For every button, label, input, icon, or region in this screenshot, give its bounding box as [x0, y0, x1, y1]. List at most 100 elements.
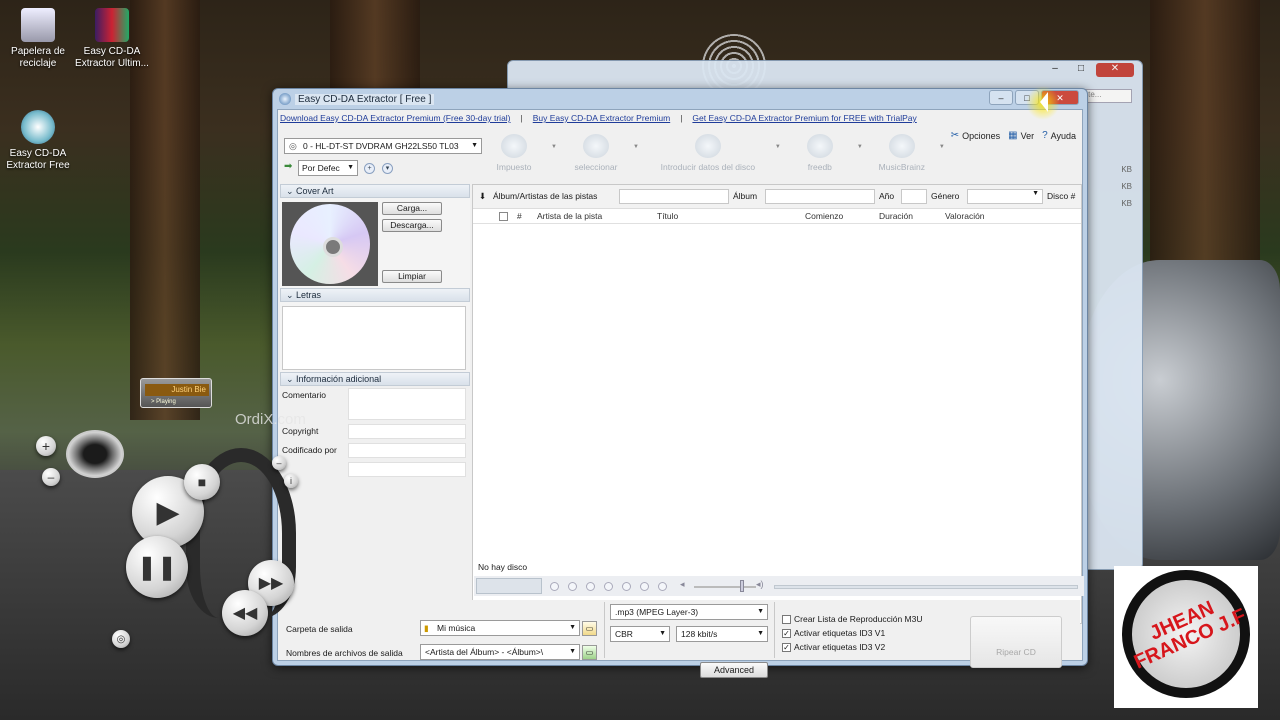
menu-opciones[interactable]: ✂ Opciones	[951, 130, 1000, 141]
select-all-checkbox[interactable]	[499, 212, 508, 221]
title-bar[interactable]: Easy CD-DA Extractor [ Free ] – □ ✕	[273, 89, 1087, 109]
album-artist-field[interactable]	[619, 189, 729, 204]
menu-ver[interactable]: ▦ Ver	[1008, 130, 1034, 141]
minimize-button[interactable]: –	[989, 90, 1013, 105]
buy-premium-link[interactable]: Buy Easy CD-DA Extractor Premium	[533, 113, 670, 123]
top-menu: ✂ Opciones ▦ Ver ? Ayuda	[951, 130, 1076, 141]
column-duration[interactable]: Duración	[879, 211, 913, 221]
minimize-icon[interactable]: –	[1044, 63, 1066, 77]
info-widget-icon[interactable]: i	[284, 474, 298, 488]
extra-info-header[interactable]: Información adicional	[280, 372, 470, 386]
next-icon[interactable]	[658, 582, 667, 591]
chevron-down-icon[interactable]: ▼	[939, 144, 945, 172]
column-number[interactable]: #	[517, 211, 522, 221]
rip-cd-button[interactable]: Ripear CD	[970, 616, 1062, 668]
close-icon[interactable]: ✕	[1096, 63, 1134, 77]
desktop-icon-label: Easy CD-DA Extractor Free	[6, 148, 70, 171]
promo-links: Download Easy CD-DA Extractor Premium (F…	[280, 113, 917, 123]
bitrate-select[interactable]: 128 kbit/s ▼	[676, 626, 768, 642]
extra-row	[280, 460, 470, 479]
browse-folder-button[interactable]: ▭	[582, 621, 597, 636]
volume-slider-thumb[interactable]	[740, 580, 744, 592]
output-folder-select[interactable]: ▮ Mi música ▼	[420, 620, 580, 636]
seek-bar[interactable]	[774, 585, 1078, 589]
encoded-by-field[interactable]	[348, 443, 466, 458]
genre-select[interactable]: ▼	[967, 189, 1043, 204]
m3u-option[interactable]: Crear Lista de Reproducción M3U	[782, 614, 923, 624]
toolbar-impuesto[interactable]: Impuesto	[483, 134, 545, 172]
volume-slider[interactable]	[694, 586, 756, 588]
previous-icon[interactable]	[604, 582, 613, 591]
volume-up-button[interactable]: +	[36, 436, 56, 456]
toolbar-musicbrainz[interactable]: MusicBrainz	[871, 134, 933, 172]
id3v2-option[interactable]: ✓ Activar etiquetas ID3 V2	[782, 642, 885, 652]
id3v1-option[interactable]: ✓ Activar etiquetas ID3 V1	[782, 628, 885, 638]
toolbar-label: Impuesto	[496, 162, 532, 172]
cd-disc-icon	[290, 204, 370, 284]
comment-field[interactable]	[348, 388, 466, 420]
chevron-down-icon[interactable]: ▼	[775, 144, 781, 172]
extra-field[interactable]	[348, 462, 466, 477]
load-button[interactable]: Carga...	[382, 202, 442, 215]
column-rating[interactable]: Valoración	[945, 211, 985, 221]
previous-button[interactable]: ◀◀	[222, 590, 268, 636]
copyright-field[interactable]	[348, 424, 466, 439]
menu-ayuda[interactable]: ? Ayuda	[1042, 130, 1076, 141]
column-track-artist[interactable]: Artista de la pista	[537, 211, 602, 221]
play-icon[interactable]	[550, 582, 559, 591]
pause-button[interactable]: ❚❚	[126, 536, 188, 598]
toolbar-freedb[interactable]: freedb	[789, 134, 851, 172]
maximize-icon[interactable]: □	[1070, 63, 1092, 77]
minimize-widget-icon[interactable]: –	[272, 456, 286, 470]
add-profile-icon[interactable]: +	[364, 163, 375, 174]
jhean-franco-logo: JHEAN FRANCO J.F	[1114, 566, 1258, 708]
profile-select[interactable]: Por Defec ▼	[298, 160, 358, 176]
clear-button[interactable]: Limpiar	[382, 270, 442, 283]
album-field[interactable]	[765, 189, 875, 204]
view-icon: ▦	[1008, 130, 1018, 141]
drive-value: 0 - HL-DT-ST DVDRAM GH22LS50 TL03	[303, 141, 459, 151]
download-button[interactable]: Descarga...	[382, 219, 442, 232]
rewind-icon[interactable]	[622, 582, 631, 591]
tools-icon: ✂	[950, 130, 960, 141]
volume-down-button[interactable]: –	[42, 468, 60, 486]
chevron-down-icon[interactable]: ▼	[633, 144, 639, 172]
chevron-down-icon[interactable]: ▼	[857, 144, 863, 172]
id3v1-checkbox[interactable]: ✓	[782, 628, 791, 638]
edit-names-button[interactable]: ▭	[582, 645, 597, 660]
desktop-icon-extractor-free[interactable]: Easy CD-DA Extractor Free	[0, 110, 76, 172]
drive-select[interactable]: 0 - HL-DT-ST DVDRAM GH22LS50 TL03 ▼	[284, 138, 482, 154]
forward-icon[interactable]	[640, 582, 649, 591]
toolbar-disc-data[interactable]: Introducir datos del disco	[647, 134, 769, 172]
column-start[interactable]: Comienzo	[805, 211, 843, 221]
column-title[interactable]: Título	[657, 211, 678, 221]
profile-info-icon[interactable]: ▾	[382, 163, 393, 174]
lyrics-header[interactable]: Letras	[280, 288, 470, 302]
output-names-select[interactable]: <Artista del Álbum> - <Álbum>\ ▼	[420, 644, 580, 660]
m3u-checkbox[interactable]	[782, 614, 791, 624]
mode-select[interactable]: CBR ▼	[610, 626, 670, 642]
download-premium-link[interactable]: Download Easy CD-DA Extractor Premium (F…	[280, 113, 511, 123]
cover-art-header[interactable]: Cover Art	[280, 184, 470, 198]
ordix-watermark: OrdiX.com	[235, 411, 306, 428]
speaker-icon[interactable]	[66, 430, 124, 478]
format-select[interactable]: .mp3 (MPEG Layer-3) ▼	[610, 604, 768, 620]
advanced-button[interactable]: Advanced	[700, 662, 768, 678]
profile-value: Por Defec	[302, 163, 340, 173]
toolbar-seleccionar[interactable]: seleccionar	[565, 134, 627, 172]
chevron-down-icon[interactable]: ▼	[551, 144, 557, 172]
lyrics-textarea[interactable]	[282, 306, 466, 370]
desktop-icon-extractor-ultimate[interactable]: Easy CD-DA Extractor Ultim...	[74, 8, 150, 70]
desktop-icon-recycle-bin[interactable]: Papelera de reciclaje	[0, 8, 76, 70]
year-field[interactable]	[901, 189, 927, 204]
chevron-down-icon: ▼	[471, 142, 478, 149]
trialpay-link[interactable]: Get Easy CD-DA Extractor Premium for FRE…	[692, 113, 916, 123]
chevron-down-icon: ▼	[347, 164, 354, 171]
stop-button[interactable]: ■	[184, 464, 220, 500]
id3v1-label: Activar etiquetas ID3 V1	[794, 628, 886, 638]
stop-icon[interactable]	[586, 582, 595, 591]
repeat-icon[interactable]: ◎	[112, 630, 130, 648]
pause-icon[interactable]	[568, 582, 577, 591]
encoded-by-label: Codificado por	[282, 445, 337, 455]
id3v2-checkbox[interactable]: ✓	[782, 642, 791, 652]
